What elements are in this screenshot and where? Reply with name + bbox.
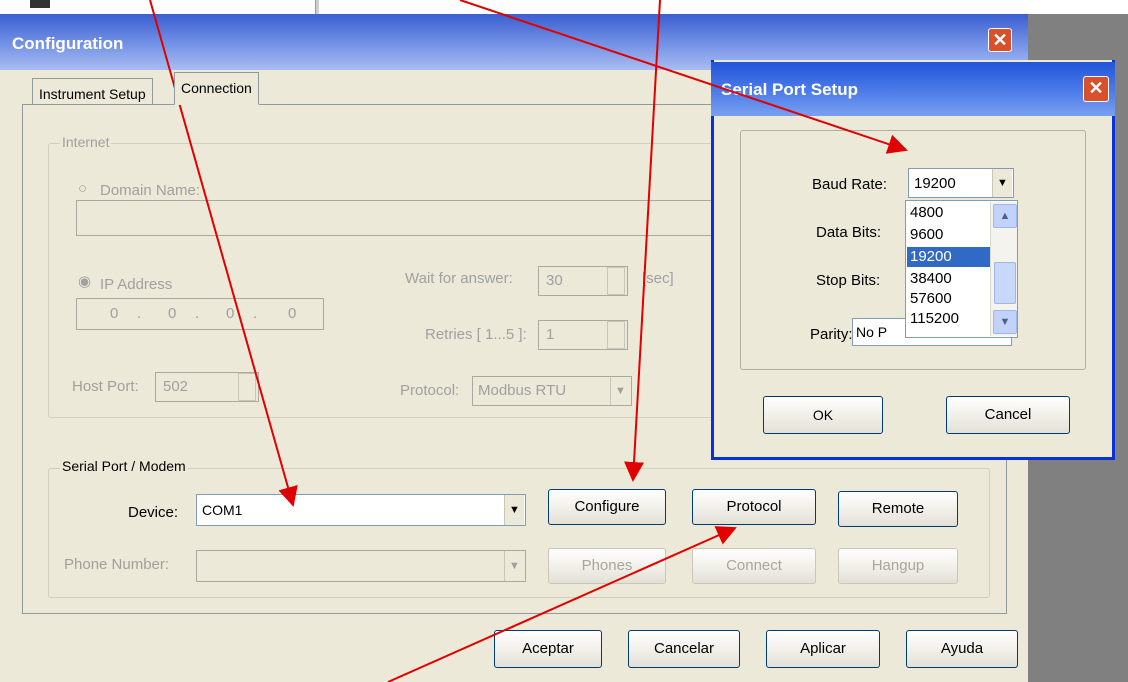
list-item[interactable]: 38400 [907, 269, 990, 289]
list-item[interactable]: 115200 [907, 309, 990, 329]
list-item[interactable]: 57600 [907, 289, 990, 309]
ip-octet-3: 0 [226, 305, 235, 322]
spin-arrows-icon[interactable] [238, 373, 256, 401]
wait-label: Wait for answer: [405, 270, 513, 287]
background-window-strip [0, 0, 1128, 14]
ip-dot: . [253, 305, 258, 322]
ip-octet-2: 0 [168, 305, 177, 322]
chevron-down-icon[interactable]: ▼ [992, 169, 1012, 197]
host-port-label: Host Port: [72, 378, 139, 395]
ip-octet-1: 0 [110, 305, 119, 322]
wait-unit: [sec] [642, 270, 674, 287]
configure-button[interactable]: Configure [548, 489, 666, 525]
chevron-down-icon[interactable]: ▼ [504, 495, 524, 525]
protocol-label: Protocol: [400, 382, 460, 399]
device-value: COM1 [202, 502, 243, 518]
list-item-selected[interactable]: 19200 [907, 247, 990, 267]
device-label: Device: [128, 504, 179, 521]
close-icon[interactable]: ✕ [988, 28, 1012, 52]
protocol-button[interactable]: Protocol [692, 489, 816, 525]
tab-connection[interactable]: Connection [174, 72, 259, 105]
scroll-up-icon[interactable]: ▲ [993, 204, 1017, 228]
serial-setup-title: Serial Port Setup [721, 80, 858, 99]
remote-button[interactable]: Remote [838, 491, 958, 527]
listbox-scrollbar[interactable]: ▲ ▼ [990, 202, 1017, 336]
aceptar-button[interactable]: Aceptar [494, 630, 602, 668]
tab-instrument-setup[interactable]: Instrument Setup [32, 78, 153, 104]
baud-rate-label: Baud Rate: [812, 176, 888, 193]
wait-value: 30 [546, 272, 563, 289]
ip-dot: . [195, 305, 200, 322]
ok-button[interactable]: OK [763, 396, 883, 434]
scroll-down-icon[interactable]: ▼ [993, 310, 1017, 334]
parity-label: Parity: [810, 326, 853, 343]
ayuda-button[interactable]: Ayuda [906, 630, 1018, 668]
phone-number-select[interactable] [196, 550, 526, 582]
list-item[interactable]: 4800 [907, 203, 990, 223]
aplicar-button[interactable]: Aplicar [766, 630, 880, 668]
spin-arrows-icon[interactable] [607, 321, 625, 349]
connect-button[interactable]: Connect [692, 548, 816, 584]
protocol-value: Modbus RTU [478, 382, 567, 399]
domain-name-input[interactable] [76, 200, 716, 236]
baud-rate-listbox[interactable]: 4800 9600 19200 38400 57600 115200 ▲ ▼ [905, 200, 1018, 338]
internet-group-label: Internet [60, 134, 112, 150]
retries-label: Retries [ 1...5 ]: [425, 326, 527, 343]
list-item[interactable]: 9600 [907, 225, 990, 245]
stop-bits-label: Stop Bits: [816, 272, 881, 289]
retries-value: 1 [546, 326, 555, 343]
domain-name-label: Domain Name: [100, 182, 201, 199]
chevron-down-icon[interactable]: ▼ [504, 551, 524, 581]
chevron-down-icon[interactable]: ▼ [610, 377, 630, 405]
domain-radio[interactable]: ○ [78, 180, 87, 197]
window-title: Configuration [12, 34, 124, 53]
phone-number-label: Phone Number: [64, 556, 170, 573]
ip-address-label: IP Address [100, 276, 173, 293]
data-bits-label: Data Bits: [816, 224, 882, 241]
ip-octet-4: 0 [288, 305, 297, 322]
ip-dot: . [137, 305, 142, 322]
baud-rate-value: 19200 [914, 175, 956, 192]
host-port-value: 502 [163, 378, 189, 395]
scroll-thumb[interactable] [994, 262, 1016, 304]
parity-value: No P [856, 324, 888, 340]
ip-radio[interactable]: ◉ [78, 272, 91, 290]
serial-modem-group-label: Serial Port / Modem [60, 458, 188, 474]
close-icon[interactable]: ✕ [1083, 76, 1109, 102]
spin-arrows-icon[interactable] [607, 267, 625, 295]
hangup-button[interactable]: Hangup [838, 548, 958, 584]
cancel-button[interactable]: Cancel [946, 396, 1070, 434]
cancelar-button[interactable]: Cancelar [628, 630, 740, 668]
serial-setup-title-bar: Serial Port Setup [711, 62, 1115, 116]
phones-button[interactable]: Phones [548, 548, 666, 584]
device-select[interactable] [196, 494, 526, 526]
